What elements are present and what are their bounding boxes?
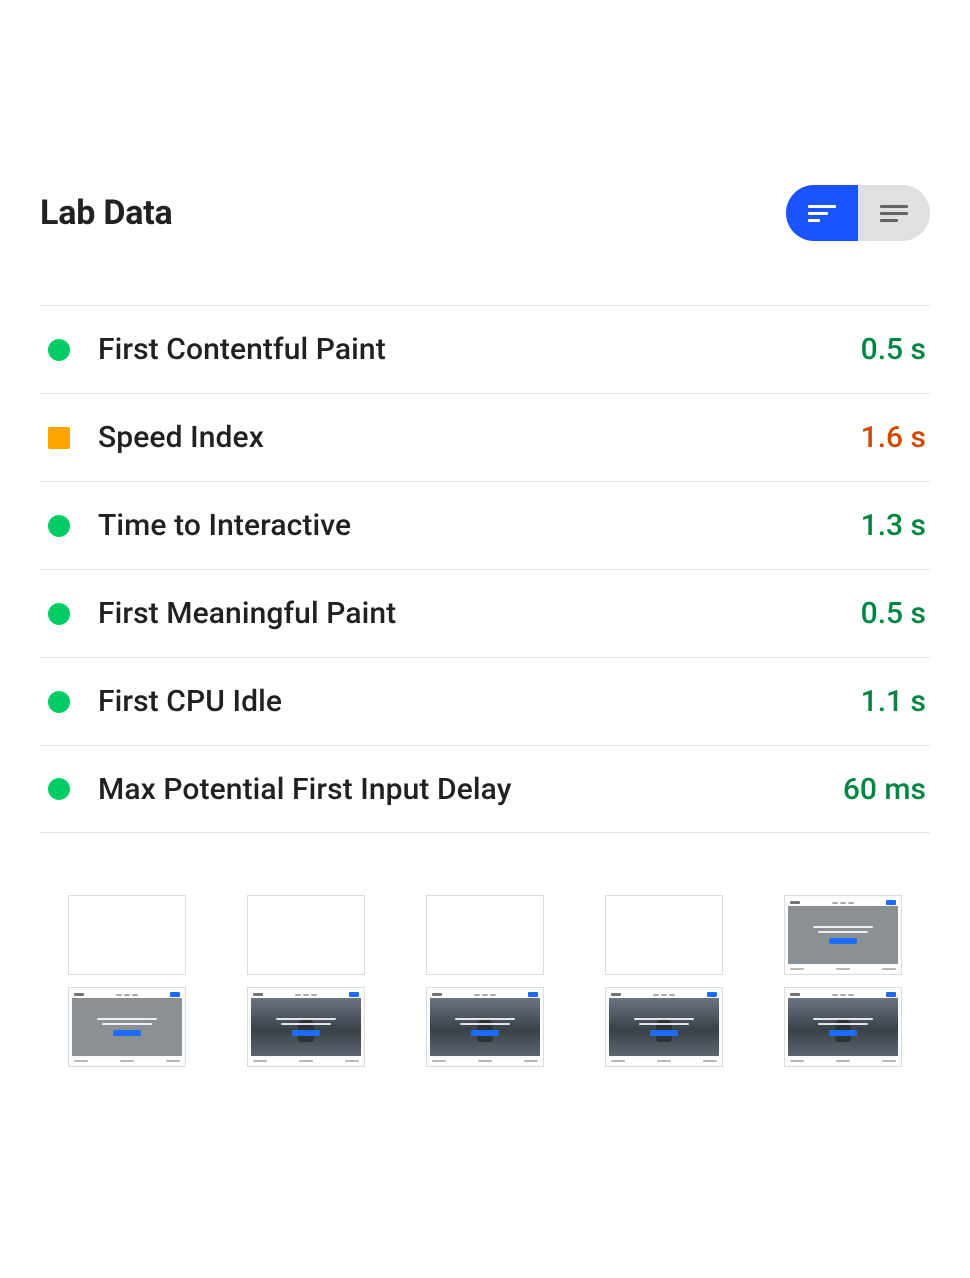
filmstrip-row [40,987,930,1067]
metric-label: First CPU Idle [98,684,282,719]
filmstrip-thumbnail[interactable] [784,895,902,975]
filmstrip-thumbnail[interactable] [247,895,365,975]
bars-varied-icon [880,205,908,222]
metric-value: 60 ms [843,772,926,807]
metrics-list: First Contentful Paint 0.5 s Speed Index 1.… [40,305,930,833]
metric-value: 1.1 s [861,684,926,719]
filmstrip-thumbnail[interactable] [426,987,544,1067]
metric-row[interactable]: Max Potential First Input Delay 60 ms [40,745,930,833]
metric-value: 0.5 s [861,332,926,367]
bars-left-icon [808,205,836,222]
status-good-icon [48,339,70,361]
view-detailed-button[interactable] [858,185,930,241]
metric-value: 1.3 s [861,508,926,543]
metric-label: Max Potential First Input Delay [98,772,512,807]
filmstrip-thumbnail[interactable] [68,895,186,975]
metric-value: 0.5 s [861,596,926,631]
metric-label: First Contentful Paint [98,332,386,367]
metric-row[interactable]: First Meaningful Paint 0.5 s [40,569,930,657]
filmstrip-thumbnail[interactable] [247,987,365,1067]
filmstrip [40,895,930,1067]
filmstrip-thumbnail[interactable] [605,895,723,975]
metric-label: Time to Interactive [98,508,351,543]
filmstrip-thumbnail[interactable] [426,895,544,975]
view-compact-button[interactable] [786,185,858,241]
status-average-icon [48,427,70,449]
status-good-icon [48,778,70,800]
metric-row[interactable]: First Contentful Paint 0.5 s [40,305,930,393]
filmstrip-thumbnail[interactable] [784,987,902,1067]
status-good-icon [48,691,70,713]
view-toggle-group [786,185,930,241]
metric-label: First Meaningful Paint [98,596,396,631]
filmstrip-thumbnail[interactable] [605,987,723,1067]
metric-row[interactable]: First CPU Idle 1.1 s [40,657,930,745]
filmstrip-thumbnail[interactable] [68,987,186,1067]
lab-data-header: Lab Data [40,185,930,241]
metric-label: Speed Index [98,420,264,455]
status-good-icon [48,603,70,625]
metric-value: 1.6 s [861,420,926,455]
section-title: Lab Data [40,193,173,233]
filmstrip-row [40,895,930,975]
metric-row[interactable]: Time to Interactive 1.3 s [40,481,930,569]
status-good-icon [48,515,70,537]
metric-row[interactable]: Speed Index 1.6 s [40,393,930,481]
